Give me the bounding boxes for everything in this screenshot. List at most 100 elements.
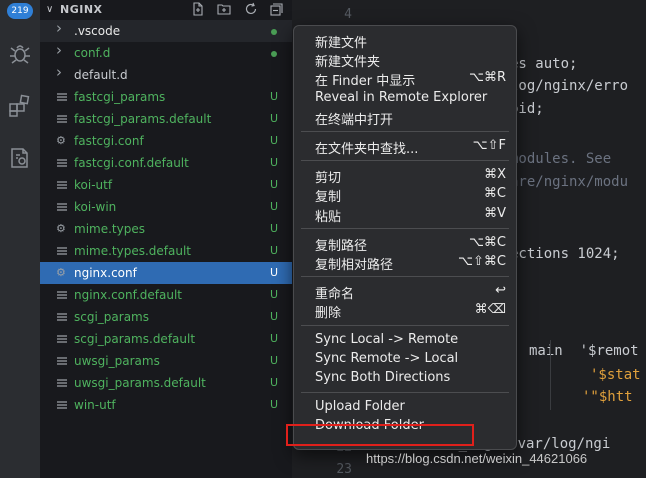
indent-guide (550, 340, 551, 410)
new-file-icon[interactable] (190, 1, 206, 17)
menu-item-label: 在 Finder 中显示 (315, 74, 416, 90)
tree-item-label: nginx.conf (74, 266, 137, 280)
menu-separator (301, 392, 509, 394)
code-comment: are/nginx/modu (510, 174, 629, 190)
file-lines-icon (56, 355, 68, 367)
git-status-badge: U (270, 332, 279, 345)
menu-item[interactable]: Sync Local -> Remote (294, 331, 516, 350)
debug-icon[interactable] (7, 40, 33, 66)
tree-file[interactable]: koi-utf U (40, 174, 292, 196)
watermark: https://blog.csdn.net/weixin_44621066 (366, 451, 588, 466)
menu-item[interactable]: 复制相对路径 ⌥⇧⌘C (294, 253, 516, 273)
menu-item[interactable]: Upload Folder (294, 398, 516, 417)
file-lines-icon (56, 201, 68, 213)
menu-item[interactable]: 粘贴 ⌘V (294, 205, 516, 225)
tree-file[interactable]: scgi_params U (40, 306, 292, 328)
tree-folder[interactable]: › .vscode (40, 20, 292, 42)
menu-item[interactable]: 新建文件夹 (294, 50, 516, 71)
tree-file[interactable]: ⚙ mime.types U (40, 218, 292, 240)
new-folder-icon[interactable] (216, 1, 232, 17)
menu-item-label: 新建文件夹 (315, 55, 381, 71)
git-status-badge: U (270, 288, 279, 301)
menu-item-label: Sync Local -> Remote (315, 331, 459, 347)
tree-file[interactable]: win-utf U (40, 394, 292, 416)
menu-item[interactable]: Sync Both Directions (294, 369, 516, 388)
menu-item[interactable]: 删除 ⌘⌫ (294, 301, 516, 322)
tree-file[interactable]: ⚙ fastcgi.conf U (40, 130, 292, 152)
tree-item-label: conf.d (74, 46, 111, 60)
tree-item-label: koi-win (74, 200, 117, 214)
menu-item[interactable]: 新建文件 (294, 31, 516, 51)
menu-item[interactable]: Sync Remote -> Local (294, 350, 516, 369)
menu-item[interactable]: 在终端中打开 (294, 108, 516, 128)
menu-item[interactable]: Reveal in Remote Explorer (294, 89, 516, 108)
git-status-badge: U (270, 134, 279, 147)
menu-shortcut: ⌘X (484, 167, 506, 183)
tree-file[interactable]: uwsgi_params U (40, 350, 292, 372)
gear-icon: ⚙ (56, 222, 66, 235)
git-status-badge: U (270, 244, 279, 257)
code-line: es auto; (510, 56, 578, 72)
context-menu: 新建文件新建文件夹在 Finder 中显示 ⌥⌘R Reveal in Remote… (293, 25, 517, 450)
menu-item-label: Reveal in Remote Explorer (315, 89, 488, 105)
menu-separator (301, 324, 509, 326)
menu-item[interactable]: 剪切 ⌘X (294, 166, 516, 186)
file-lines-icon (56, 179, 68, 191)
menu-shortcut: ⌥⇧⌘C (458, 254, 506, 269)
tree-file[interactable]: ⚙ nginx.conf U (40, 262, 292, 284)
menu-item[interactable]: 复制路径 ⌥⌘C (294, 234, 516, 254)
tree-item-label: win-utf (74, 398, 116, 412)
tree-folder[interactable]: › default.d (40, 64, 292, 86)
tree-item-label: koi-utf (74, 178, 113, 192)
tree-item-label: default.d (74, 68, 128, 82)
menu-shortcut: ⌘⌫ (474, 302, 506, 318)
menu-item[interactable]: 在文件夹中查找... ⌥⇧F (294, 137, 516, 157)
tree-item-label: uwsgi_params (74, 354, 160, 368)
file-lines-icon (56, 113, 68, 125)
menu-item[interactable]: 复制 ⌘C (294, 185, 516, 205)
menu-item-label: 复制相对路径 (315, 258, 394, 273)
menu-shortcut: ⌘V (484, 205, 506, 221)
menu-item[interactable]: 重命名 ↩ (294, 282, 516, 302)
extensions-icon[interactable] (7, 93, 33, 119)
tree-item-label: fastcgi_params (74, 90, 166, 104)
chevron-down-icon[interactable]: ∨ (46, 4, 53, 15)
git-status-badge: U (270, 156, 279, 169)
explorer-header[interactable]: ∨ NGINX (40, 0, 292, 20)
menu-shortcut: ⌥⌘C (468, 234, 506, 250)
code-string: '"$htt (582, 389, 633, 405)
code-string: '$stat (590, 367, 641, 383)
menu-separator (301, 227, 509, 229)
tree-file[interactable]: fastcgi.conf.default U (40, 152, 292, 174)
tree-file[interactable]: fastcgi_params U (40, 86, 292, 108)
tree-item-label: fastcgi.conf.default (74, 156, 189, 170)
menu-shortcut: ↩ (495, 283, 506, 299)
git-status-badge: U (270, 266, 279, 279)
collapse-all-icon[interactable] (268, 1, 284, 17)
file-lines-icon (56, 399, 68, 411)
tree-file[interactable]: nginx.conf.default U (40, 284, 292, 306)
refresh-icon[interactable] (243, 1, 259, 17)
tree-item-label: mime.types.default (74, 244, 192, 258)
menu-separator (301, 160, 509, 162)
tree-file[interactable]: mime.types.default U (40, 240, 292, 262)
file-lines-icon (56, 157, 68, 169)
git-status-badge: U (270, 112, 279, 125)
tree-item-label: fastcgi.conf (74, 134, 144, 148)
tree-item-label: mime.types (74, 222, 145, 236)
tree-file[interactable]: uwsgi_params.default U (40, 372, 292, 394)
tree-folder[interactable]: › conf.d (40, 42, 292, 64)
menu-item-label: 删除 (315, 306, 342, 322)
tree-file[interactable]: fastcgi_params.default U (40, 108, 292, 130)
git-status-badge: U (270, 200, 279, 213)
tree-file[interactable]: scgi_params.default U (40, 328, 292, 350)
git-status-badge: U (270, 310, 279, 323)
menu-item[interactable]: 在 Finder 中显示 ⌥⌘R (294, 69, 516, 90)
code-line: ections 1024; (510, 246, 620, 262)
menu-item-label: 粘贴 (315, 209, 342, 225)
explorer-sidebar: ∨ NGINX › .vscode › conf.d › default.d fastcgi… (40, 0, 292, 478)
file-lines-icon (56, 289, 68, 301)
tree-file[interactable]: koi-win U (40, 196, 292, 218)
remote-explorer-icon[interactable] (7, 145, 33, 171)
menu-separator (301, 131, 509, 132)
